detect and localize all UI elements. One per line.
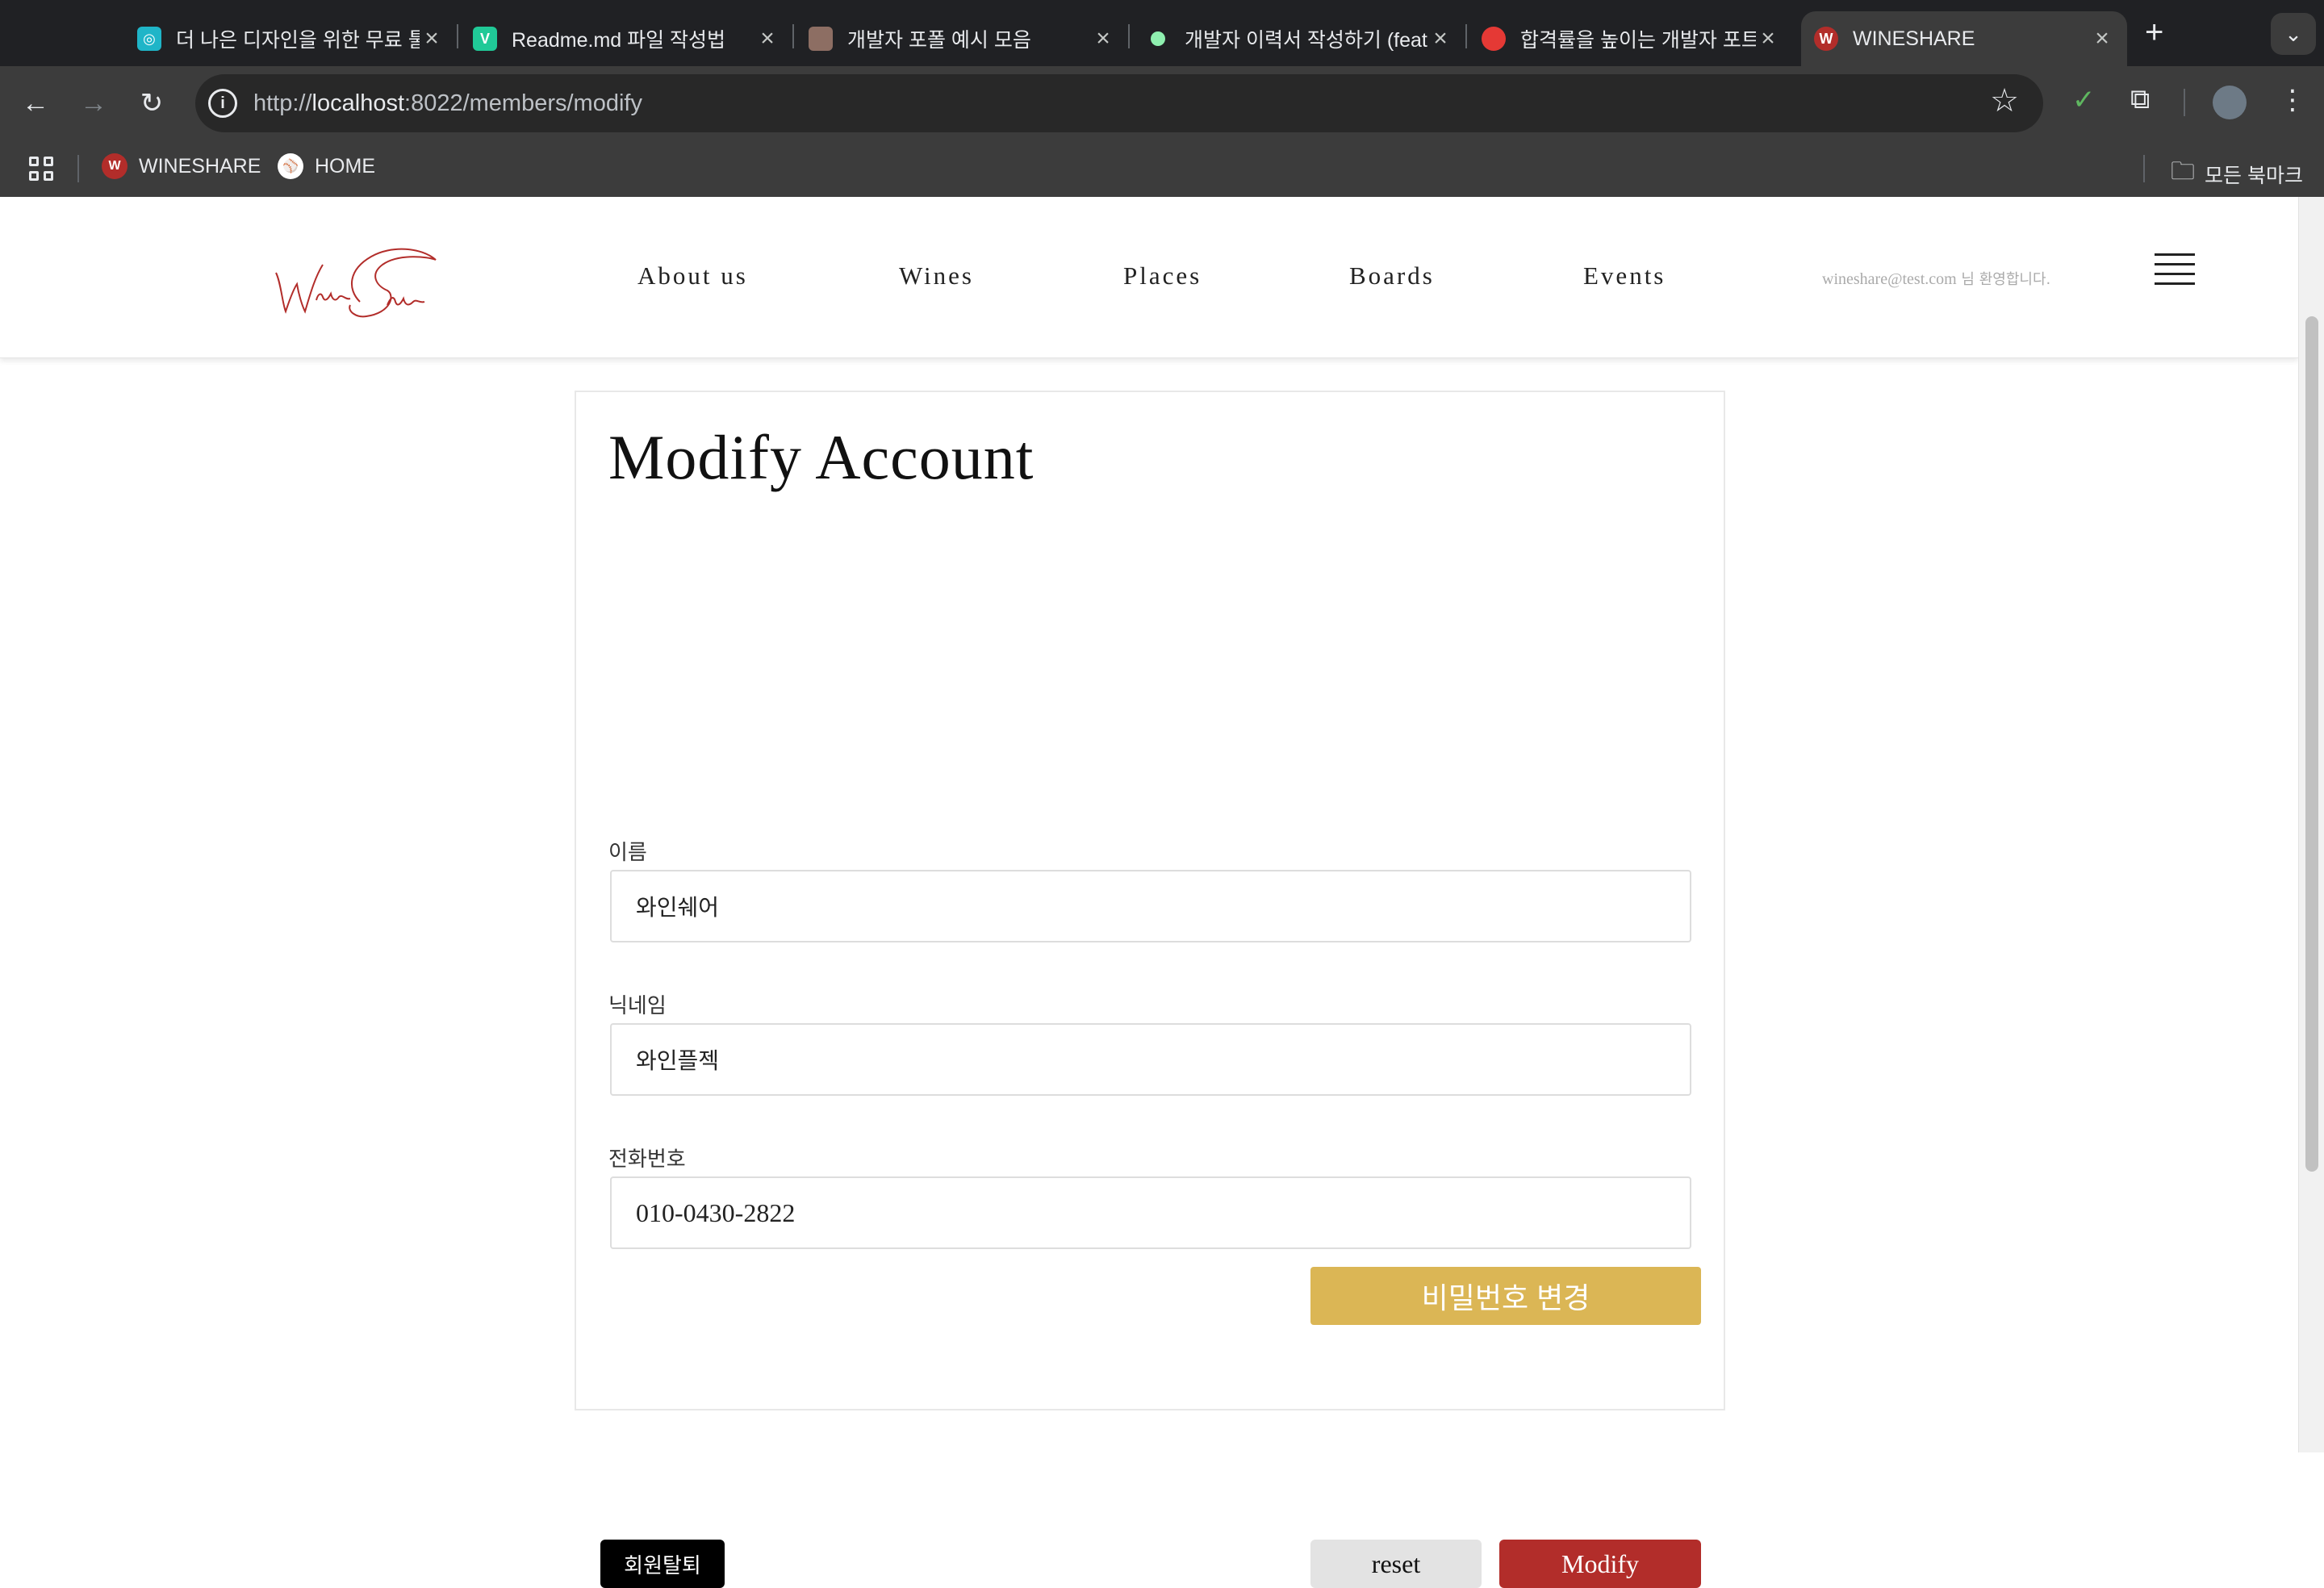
figma-like-icon: ◎ — [137, 27, 161, 51]
wineshare-icon: W — [102, 153, 127, 179]
tab-title: WINESHARE — [1853, 27, 1975, 50]
nav-events[interactable]: Events — [1583, 261, 1666, 290]
close-icon[interactable]: × — [1428, 25, 1452, 52]
name-field[interactable]: 와인쉐어 — [610, 870, 1691, 942]
dot-icon — [1146, 27, 1170, 51]
scrollbar-thumb[interactable] — [2305, 316, 2318, 1172]
bookmark-wineshare[interactable]: W WINESHARE — [102, 153, 261, 179]
bookmark-home[interactable]: ⚾ HOME — [278, 153, 375, 179]
tab-title: 합격률을 높이는 개발자 포트폴 — [1520, 29, 1756, 52]
tab-strip: ◎ 더 나은 디자인을 위한 무료 툴 × V Readme.md 파일 작성법… — [0, 0, 2324, 66]
nav-places[interactable]: Places — [1123, 261, 1202, 290]
bookmark-divider — [2143, 155, 2145, 182]
all-bookmarks-label: 모든 북마크 — [2205, 164, 2303, 187]
url-text: http://localhost:8022/members/modify — [253, 90, 642, 116]
tab-portfolio-tips[interactable]: 합격률을 높이는 개발자 포트폴 × — [1482, 11, 1780, 66]
avatar[interactable] — [2213, 86, 2247, 119]
forward-icon[interactable]: → — [74, 84, 113, 123]
folder-icon: 🗀 — [2171, 158, 2195, 185]
nav-about-us[interactable]: About us — [637, 261, 748, 290]
ball-icon — [1482, 27, 1506, 51]
back-icon[interactable]: ← — [16, 84, 55, 123]
tab-divider — [1465, 24, 1467, 48]
image-icon — [809, 27, 833, 51]
close-icon[interactable]: × — [1756, 25, 1780, 52]
apps-grid-icon[interactable] — [29, 157, 53, 181]
browser-toolbar: ← → ↻ i http://localhost:8022/members/mo… — [0, 66, 2324, 140]
site-header: About us Wines Places Boards Events wine… — [0, 197, 2298, 358]
tab-title: 개발자 포폴 예시 모음 — [847, 29, 1031, 52]
tab-readme[interactable]: V Readme.md 파일 작성법 × — [473, 11, 780, 66]
reload-icon[interactable]: ↻ — [132, 84, 171, 123]
change-password-button[interactable]: 비밀번호 변경 — [1310, 1267, 1701, 1325]
tab-divider — [457, 24, 458, 48]
tab-resume[interactable]: 개발자 이력서 작성하기 (feat × — [1146, 11, 1452, 66]
welcome-email: wineshare@test.com — [1822, 270, 1957, 288]
page-scrollbar[interactable] — [2298, 197, 2324, 1452]
hamburger-menu-icon[interactable] — [2155, 253, 2195, 286]
welcome-suffix: 님 환영합니다. — [1956, 271, 2051, 288]
velog-icon: V — [473, 27, 497, 51]
wineshare-icon: W — [1814, 27, 1838, 51]
close-icon[interactable]: × — [420, 25, 444, 52]
more-menu-icon[interactable]: ⋮ — [2279, 84, 2306, 116]
baseball-icon: ⚾ — [278, 153, 303, 179]
close-icon[interactable]: × — [1091, 25, 1115, 52]
tab-title: 더 나은 디자인을 위한 무료 툴 — [176, 29, 420, 52]
bookmark-label: WINESHARE — [139, 154, 261, 178]
tab-wineshare[interactable]: W WINESHARE × — [1801, 11, 2127, 66]
extensions-icon[interactable]: ⧉ — [2130, 84, 2150, 115]
all-bookmarks[interactable]: 🗀 모든 북마크 — [2171, 153, 2303, 194]
tab-divider — [792, 24, 794, 48]
tab-title: 개발자 이력서 작성하기 (feat — [1185, 29, 1427, 52]
toolbar-divider — [2184, 89, 2185, 116]
nav-wines[interactable]: Wines — [899, 261, 974, 290]
bookmark-label: HOME — [315, 154, 375, 178]
close-icon[interactable]: × — [755, 25, 780, 52]
name-label: 이름 — [608, 840, 647, 864]
address-bar[interactable]: i http://localhost:8022/members/modify ☆ — [195, 74, 2043, 132]
withdraw-button[interactable]: 회원탈퇴 — [600, 1540, 725, 1588]
tab-divider — [1128, 24, 1130, 48]
chevron-down-icon[interactable]: ⌄ — [2271, 13, 2316, 55]
wineshare-logo[interactable] — [270, 232, 439, 321]
bookmarks-bar: W WINESHARE ⚾ HOME 🗀 모든 북마크 — [0, 140, 2324, 197]
reset-button[interactable]: reset — [1310, 1540, 1482, 1588]
new-tab-icon[interactable]: + — [2145, 15, 2163, 51]
extension-check-icon[interactable]: ✓ — [2072, 84, 2096, 116]
tab-portfolio-examples[interactable]: 개발자 포폴 예시 모음 × — [809, 11, 1115, 66]
phone-field[interactable]: 010-0430-2822 — [610, 1176, 1691, 1249]
nav-boards[interactable]: Boards — [1349, 261, 1435, 290]
tab-title: Readme.md 파일 작성법 — [512, 29, 726, 52]
tab-design-tools[interactable]: ◎ 더 나은 디자인을 위한 무료 툴 × — [137, 11, 444, 66]
bookmark-divider — [77, 155, 79, 182]
close-icon[interactable]: × — [2090, 25, 2114, 52]
page-title: Modify Account — [608, 422, 1035, 492]
nickname-field[interactable]: 와인플젝 — [610, 1023, 1691, 1096]
welcome-message: wineshare@test.com 님 환영합니다. — [1822, 268, 2050, 289]
bookmark-star-icon[interactable]: ☆ — [1990, 82, 2019, 119]
modify-account-card: Modify Account 이름 와인쉐어 닉네임 와인플젝 전화번호 010… — [575, 391, 1725, 1588]
info-icon[interactable]: i — [208, 89, 237, 118]
page-viewport: About us Wines Places Boards Events wine… — [0, 197, 2324, 1588]
phone-label: 전화번호 — [608, 1147, 686, 1171]
modify-button[interactable]: Modify — [1499, 1540, 1701, 1588]
nickname-label: 닉네임 — [608, 993, 667, 1018]
browser-chrome: ◎ 더 나은 디자인을 위한 무료 툴 × V Readme.md 파일 작성법… — [0, 0, 2324, 197]
